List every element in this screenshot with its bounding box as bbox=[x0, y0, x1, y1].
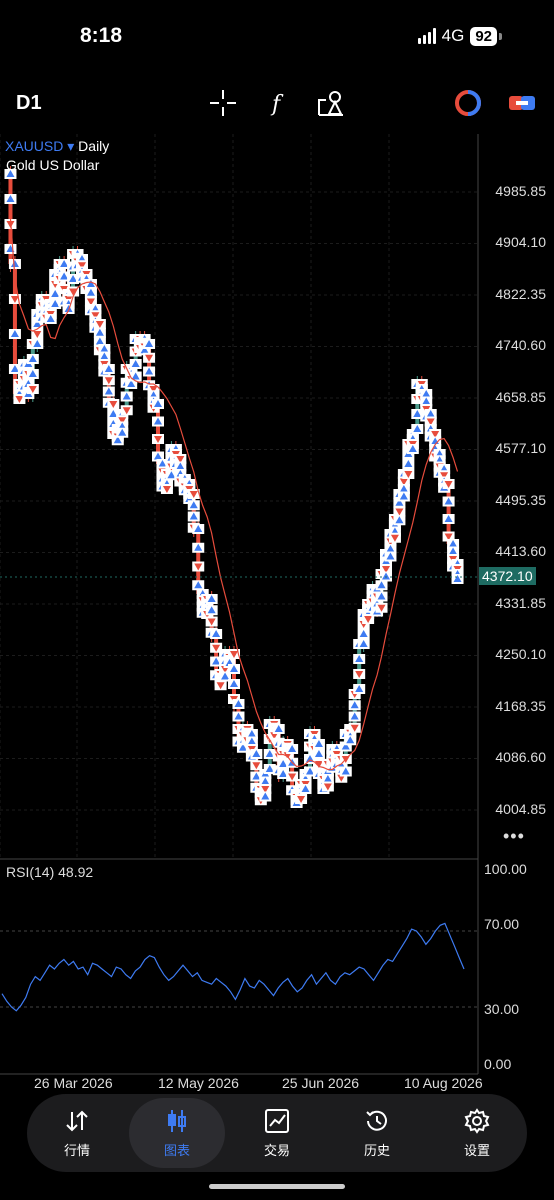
rsi-level-label: 0.00 bbox=[484, 1056, 512, 1072]
trade-icon[interactable] bbox=[453, 88, 483, 118]
nav-history[interactable]: 历史 bbox=[329, 1098, 425, 1168]
price-axis-label: 4985.85 bbox=[495, 183, 546, 199]
link-icon[interactable] bbox=[507, 88, 537, 118]
date-axis-label: 10 Aug 2026 bbox=[404, 1075, 483, 1091]
current-price-tag: 4372.10 bbox=[479, 567, 536, 585]
rsi-level-label: 30.00 bbox=[484, 1001, 520, 1017]
price-axis-label: 4658.85 bbox=[495, 389, 546, 405]
rsi-indicator bbox=[0, 922, 478, 1012]
function-icon[interactable]: f bbox=[263, 88, 293, 118]
symbol-period: Daily bbox=[78, 138, 110, 154]
nav-quotes[interactable]: 行情 bbox=[29, 1098, 125, 1168]
symbol-header[interactable]: XAUUSD ▾ Daily bbox=[5, 138, 109, 155]
price-axis-label: 4331.85 bbox=[495, 595, 546, 611]
timeframe-button[interactable]: D1 bbox=[16, 92, 42, 115]
rsi-line bbox=[1, 922, 465, 1012]
status-time: 8:18 bbox=[80, 24, 123, 47]
bottom-navigation: 行情 图表 交易 历史 设置 bbox=[27, 1094, 527, 1172]
symbol-description: Gold US Dollar bbox=[6, 157, 100, 173]
price-axis-label: 4577.10 bbox=[495, 440, 546, 456]
status-indicators: 4G 92 bbox=[417, 26, 502, 46]
price-axis-label: 4250.10 bbox=[495, 646, 546, 662]
nav-label: 行情 bbox=[63, 1142, 90, 1158]
chart-icon bbox=[168, 1109, 186, 1132]
price-axis-label: 4413.60 bbox=[495, 543, 546, 559]
nav-settings[interactable]: 设置 bbox=[429, 1098, 525, 1168]
nav-label: 历史 bbox=[363, 1142, 390, 1158]
battery-level: 92 bbox=[470, 26, 497, 46]
trade-chart-icon bbox=[265, 1108, 289, 1133]
nav-chart[interactable]: 图表 bbox=[129, 1098, 225, 1168]
more-options-icon[interactable]: ••• bbox=[503, 826, 525, 847]
price-axis-label: 4004.85 bbox=[495, 801, 546, 817]
date-axis-label: 12 May 2026 bbox=[158, 1075, 239, 1091]
trade-markers bbox=[4, 169, 464, 808]
symbol-dropdown-icon[interactable]: ▾ bbox=[67, 138, 74, 154]
price-axis-label: 4168.35 bbox=[495, 698, 546, 714]
symbol-ticker[interactable]: XAUUSD bbox=[5, 138, 63, 154]
network-type: 4G bbox=[441, 26, 465, 45]
signal-icon bbox=[417, 28, 436, 44]
quotes-icon bbox=[66, 1110, 88, 1131]
price-chart[interactable] bbox=[0, 134, 554, 1096]
price-axis-label: 4904.10 bbox=[495, 234, 546, 250]
rsi-level-label: 100.00 bbox=[484, 861, 527, 877]
price-axis-label: 4740.60 bbox=[495, 337, 546, 353]
battery-icon bbox=[499, 32, 502, 40]
home-indicator bbox=[209, 1184, 345, 1189]
price-axis-label: 4822.35 bbox=[495, 286, 546, 302]
rsi-level-label: 70.00 bbox=[484, 916, 520, 932]
history-icon bbox=[366, 1110, 387, 1131]
settings-icon bbox=[464, 1107, 490, 1134]
nav-label: 交易 bbox=[263, 1142, 290, 1158]
nav-trade[interactable]: 交易 bbox=[229, 1098, 325, 1168]
price-axis-label: 4495.35 bbox=[495, 492, 546, 508]
date-axis-label: 25 Jun 2026 bbox=[282, 1075, 360, 1091]
nav-label: 图表 bbox=[163, 1142, 190, 1158]
svg-text:f: f bbox=[270, 92, 284, 117]
rsi-label: RSI(14) 48.92 bbox=[6, 864, 94, 880]
nav-label: 设置 bbox=[463, 1142, 490, 1158]
crosshair-icon[interactable] bbox=[208, 88, 238, 118]
date-axis-label: 26 Mar 2026 bbox=[34, 1075, 113, 1091]
objects-icon[interactable] bbox=[316, 88, 346, 118]
price-axis-label: 4086.60 bbox=[495, 749, 546, 765]
